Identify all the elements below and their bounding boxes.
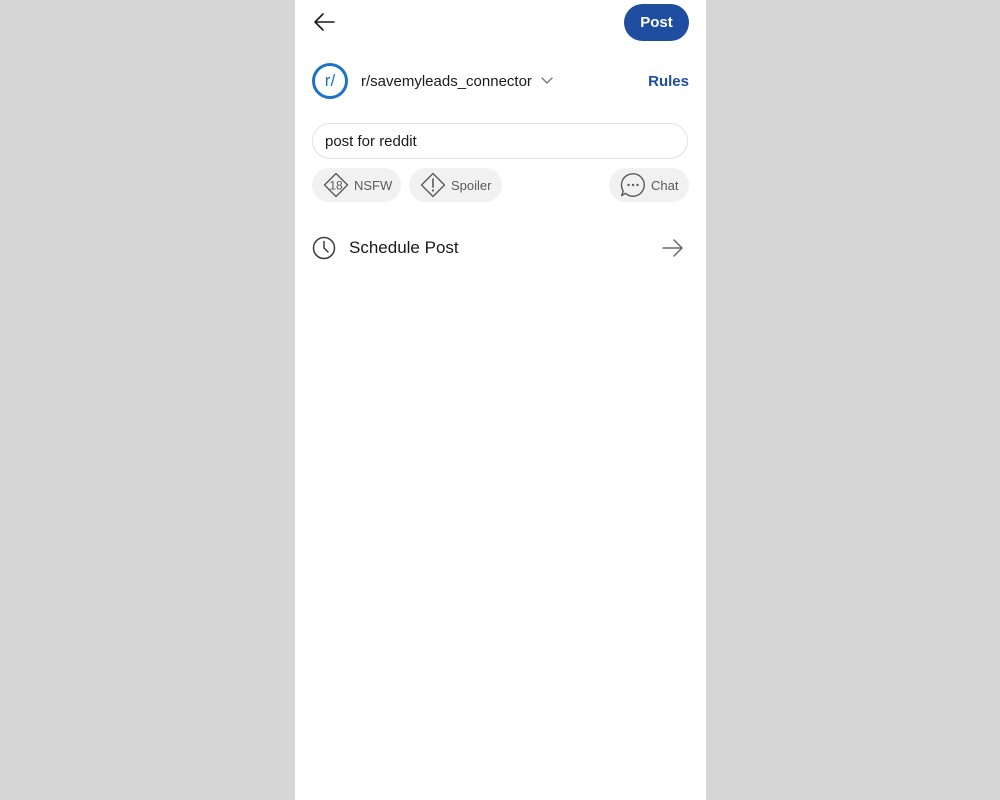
schedule-post-row[interactable]: Schedule Post <box>312 230 685 266</box>
community-name: r/savemyleads_connector <box>361 72 532 90</box>
chevron-down-icon <box>540 76 554 86</box>
community-avatar: r/ <box>312 63 348 99</box>
svg-text:18: 18 <box>329 179 343 193</box>
spoiler-label: Spoiler <box>451 177 492 193</box>
back-button[interactable] <box>309 9 339 35</box>
clock-icon <box>312 236 336 260</box>
chat-bubble-icon <box>620 172 646 198</box>
nsfw-18-icon: 18 <box>323 172 349 198</box>
community-avatar-text: r/ <box>324 71 336 90</box>
nsfw-tag-button[interactable]: 18 NSFW <box>312 168 401 202</box>
chat-tag-button[interactable]: Chat <box>609 168 689 202</box>
schedule-post-label: Schedule Post <box>349 238 459 257</box>
spoiler-exclamation-icon <box>420 172 446 198</box>
post-composer-screen: Post r/ r/savemyleads_connector Rules po… <box>295 0 706 800</box>
post-title-input[interactable]: post for reddit <box>312 123 688 159</box>
spoiler-tag-button[interactable]: Spoiler <box>409 168 502 202</box>
arrow-left-icon <box>314 13 335 31</box>
post-title-value: post for reddit <box>325 132 417 150</box>
rules-link[interactable]: Rules <box>648 73 689 90</box>
arrow-right-icon <box>661 238 685 258</box>
community-selector[interactable]: r/ r/savemyleads_connector Rules <box>312 63 689 99</box>
post-button[interactable]: Post <box>624 4 689 41</box>
nsfw-label: NSFW <box>354 177 393 193</box>
chat-label: Chat <box>651 177 679 193</box>
